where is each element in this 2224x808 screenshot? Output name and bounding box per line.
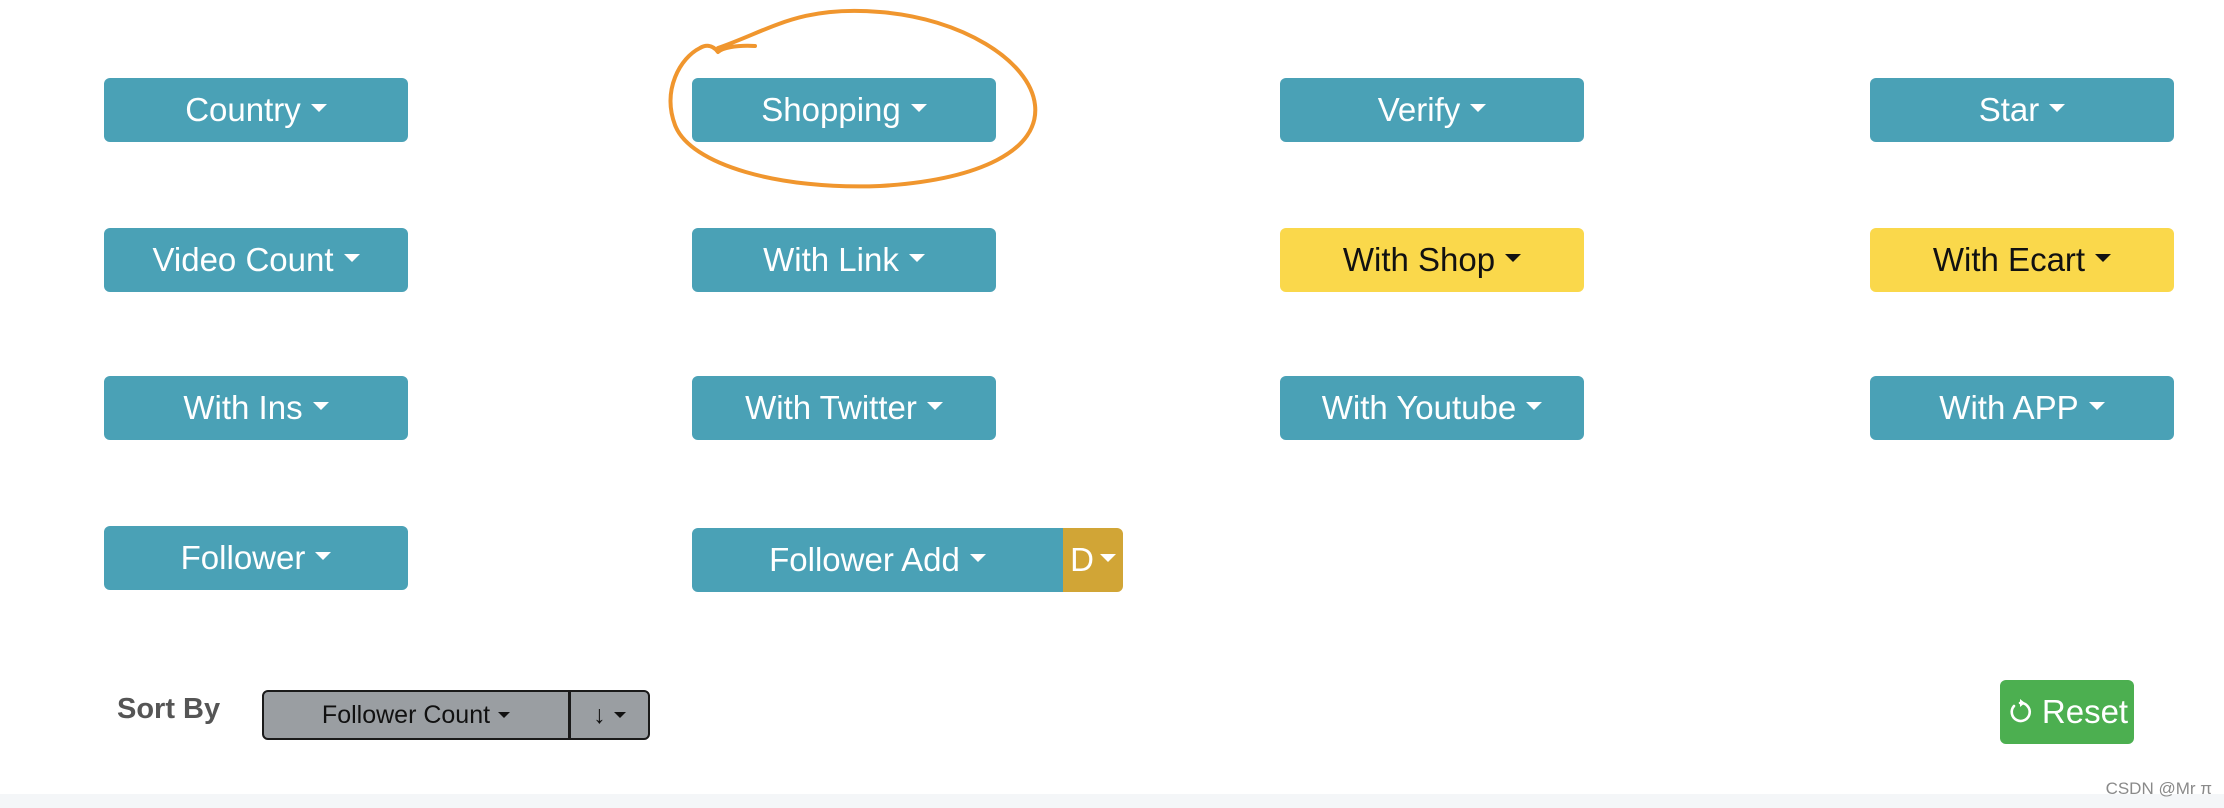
with-ins-label: With Ins: [183, 389, 303, 426]
caret-down-icon: [343, 254, 360, 262]
with-app-label: With APP: [1939, 389, 2079, 426]
with-ins-dropdown[interactable]: With Ins: [104, 376, 408, 440]
caret-down-icon: [498, 712, 511, 718]
star-label: Star: [1978, 91, 2040, 128]
caret-down-icon: [1526, 402, 1543, 410]
follower-add-dropdown[interactable]: Follower Add: [692, 528, 1063, 592]
sort-order-label: ↓: [593, 700, 606, 729]
caret-down-icon: [310, 104, 327, 112]
with-app-dropdown[interactable]: With APP: [1870, 376, 2174, 440]
with-ecart-label: With Ecart: [1932, 241, 2086, 278]
video-count-dropdown[interactable]: Video Count: [104, 228, 408, 292]
caret-down-icon: [2088, 402, 2105, 410]
with-twitter-label: With Twitter: [745, 389, 917, 426]
caret-down-icon: [908, 254, 925, 262]
shopping-label: Shopping: [761, 91, 901, 128]
video-count-label: Video Count: [152, 241, 334, 278]
with-link-label: With Link: [763, 241, 899, 278]
with-ecart-dropdown[interactable]: With Ecart: [1870, 228, 2174, 292]
shopping-dropdown[interactable]: Shopping: [692, 78, 996, 142]
star-dropdown[interactable]: Star: [1870, 78, 2174, 142]
footer-band: [0, 794, 2224, 808]
follower-add-label: Follower Add: [769, 541, 960, 578]
with-youtube-dropdown[interactable]: With Youtube: [1280, 376, 1584, 440]
with-shop-dropdown[interactable]: With Shop: [1280, 228, 1584, 292]
caret-down-icon: [1099, 554, 1116, 562]
caret-down-icon: [1505, 254, 1522, 262]
country-dropdown[interactable]: Country: [104, 78, 408, 142]
sort-field-label: Follower Count: [321, 700, 491, 729]
caret-down-icon: [1470, 104, 1487, 112]
caret-down-icon: [315, 552, 332, 560]
with-link-dropdown[interactable]: With Link: [692, 228, 996, 292]
refresh-icon: [2010, 699, 2031, 723]
follower-add-direction-label: D: [1070, 541, 1094, 578]
sort-field-dropdown[interactable]: Follower Count: [262, 690, 570, 740]
follower-label: Follower: [180, 539, 306, 576]
caret-down-icon: [2049, 104, 2066, 112]
caret-down-icon: [910, 104, 927, 112]
follower-add-direction-dropdown[interactable]: D: [1063, 528, 1123, 592]
reset-label: Reset: [2041, 693, 2129, 730]
caret-down-icon: [613, 712, 626, 718]
sort-by-label: Sort By: [117, 693, 221, 725]
follower-dropdown[interactable]: Follower: [104, 526, 408, 590]
verify-dropdown[interactable]: Verify: [1280, 78, 1584, 142]
caret-down-icon: [969, 554, 986, 562]
caret-down-icon: [926, 402, 943, 410]
caret-down-icon: [312, 402, 329, 410]
country-label: Country: [185, 91, 301, 128]
watermark: CSDN @Mr π: [2105, 779, 2212, 798]
with-youtube-label: With Youtube: [1321, 389, 1517, 426]
caret-down-icon: [2095, 254, 2112, 262]
with-twitter-dropdown[interactable]: With Twitter: [692, 376, 996, 440]
verify-label: Verify: [1377, 91, 1461, 128]
sort-order-dropdown[interactable]: ↓: [570, 690, 650, 740]
with-shop-label: With Shop: [1342, 241, 1496, 278]
reset-button[interactable]: Reset: [2000, 680, 2134, 744]
